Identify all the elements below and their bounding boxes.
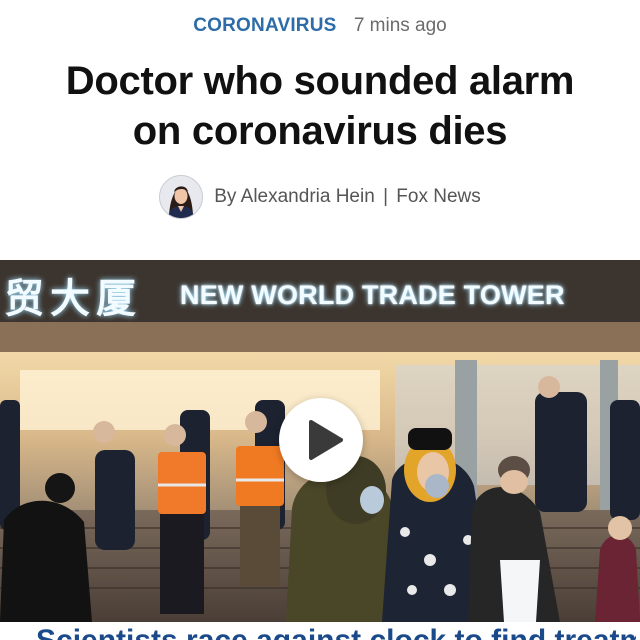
timestamp: 7 mins ago bbox=[353, 15, 447, 36]
next-article-headline[interactable]: Scientists race against clock to find tr… bbox=[36, 624, 636, 640]
sign-english-text: NEW WORLD TRADE TOWER bbox=[180, 280, 565, 310]
outlet-name: Fox News bbox=[396, 186, 481, 207]
headline-line-1: Doctor who sounded alarm bbox=[65, 59, 575, 103]
byline-prefix: By bbox=[214, 186, 237, 207]
byline: By Alexandria Hein | Fox News bbox=[0, 174, 640, 220]
article-meta: CORONAVIRUS 7 mins ago bbox=[0, 13, 640, 39]
sign-chinese-text: 贸大厦 bbox=[4, 276, 142, 322]
play-button[interactable] bbox=[279, 398, 363, 482]
category-link[interactable]: CORONAVIRUS bbox=[193, 15, 336, 36]
author-name[interactable]: Alexandria Hein bbox=[241, 186, 375, 207]
article-headline: Doctor who sounded alarm on coronavirus … bbox=[20, 56, 620, 156]
headline-line-2: on coronavirus dies bbox=[132, 109, 508, 153]
author-avatar[interactable] bbox=[159, 175, 204, 219]
play-icon bbox=[309, 420, 343, 460]
byline-separator: | bbox=[383, 186, 389, 207]
byline-text: By Alexandria Hein | Fox News bbox=[214, 186, 481, 208]
author-portrait-icon bbox=[160, 176, 203, 218]
video-player[interactable]: 贸大厦 NEW WORLD TRADE TOWER bbox=[0, 260, 640, 622]
